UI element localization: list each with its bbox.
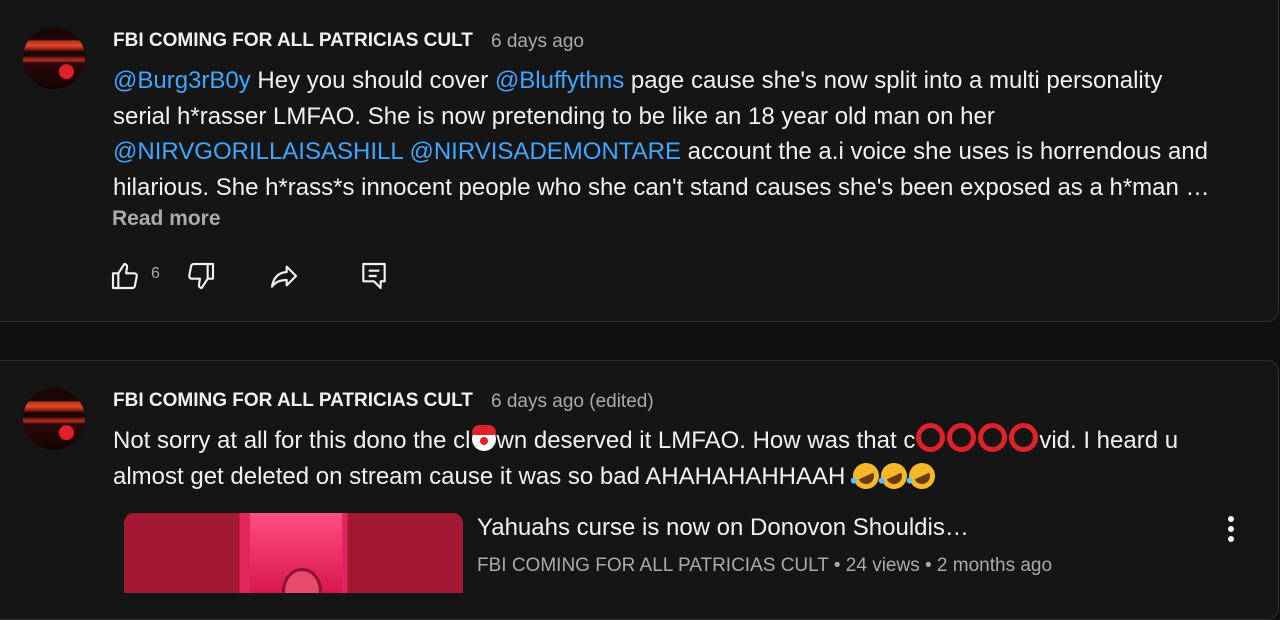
rolling-laughing-emoji (904, 458, 940, 493)
red-circle-emoji (1009, 423, 1039, 452)
text-segment: Not sorry at all for this dono the cl (113, 427, 471, 454)
comment-time[interactable]: 6 days ago (491, 31, 584, 53)
mention-link[interactable]: @NIRVISADEMONTARE (409, 138, 681, 165)
text-segment: Hey you should cover (250, 67, 495, 94)
comment-line: @NIRVGORILLAISASHILL @NIRVISADEMONTARE a… (113, 134, 1263, 170)
author-avatar[interactable] (23, 388, 85, 450)
comment-text: Not sorry at all for this dono the cl wn … (113, 423, 1263, 494)
text-segment: page cause she's now split into a multi … (624, 67, 1163, 94)
comment-line: hilarious. She h*rass*s innocent people … (113, 173, 1210, 201)
text-segment: almost get deleted on stream cause it wa… (113, 462, 846, 490)
comment-line: almost get deleted on stream cause it wa… (113, 458, 1263, 495)
red-circle-emoji (947, 423, 977, 452)
clown-face-emoji (471, 425, 496, 451)
thumbs-down-icon (188, 262, 215, 290)
video-channel[interactable]: FBI COMING FOR ALL PATRICIAS CULT (477, 555, 829, 576)
dot (1228, 526, 1234, 532)
comment-author[interactable]: FBI COMING FOR ALL PATRICIAS CULT (113, 390, 473, 412)
dot (1228, 516, 1234, 522)
mention-link[interactable]: @NIRVGORILLAISASHILL (113, 138, 403, 165)
red-circle-emoji (978, 423, 1008, 452)
rolling-laughing-emoji (876, 458, 912, 493)
like-count: 6 (151, 265, 160, 282)
comment-line: @Burg3rB0y Hey you should cover @Bluffyt… (113, 63, 1263, 99)
video-views: 24 views (845, 555, 920, 576)
like-button[interactable] (109, 260, 141, 292)
video-age: 2 months ago (936, 555, 1053, 576)
video-meta: FBI COMING FOR ALL PATRICIAS CULT • 24 v… (477, 555, 1053, 576)
dislike-button[interactable] (185, 260, 217, 292)
vertical-dots-icon[interactable] (1219, 512, 1243, 546)
comment-author[interactable]: FBI COMING FOR ALL PATRICIAS CULT (113, 30, 473, 52)
share-button[interactable] (268, 260, 300, 292)
thumbs-up-icon (111, 262, 138, 290)
text-segment: vid. I heard u (1039, 427, 1179, 454)
comment-line: serial h*rasser LMFAO. She is now preten… (113, 102, 995, 130)
comment-line: Not sorry at all for this dono the cl wn … (113, 423, 1263, 459)
video-title[interactable]: Yahuahs curse is now on Donovon Shouldis… (477, 514, 969, 542)
comment-time[interactable]: 6 days ago (edited) (491, 391, 654, 413)
comment-text: @Burg3rB0y Hey you should cover @Bluffyt… (113, 63, 1263, 205)
read-more-button[interactable]: Read more (112, 207, 221, 231)
reply-icon (362, 262, 386, 290)
mention-link[interactable]: @Burg3rB0y (113, 67, 251, 94)
text-segment: wn deserved it LMFAO. How was that c (496, 427, 916, 454)
video-thumbnail[interactable] (124, 513, 463, 593)
mention-link[interactable]: @Bluffythns (495, 67, 624, 94)
red-circle-emoji (916, 423, 946, 452)
rolling-laughing-emoji (848, 458, 884, 493)
author-avatar[interactable] (23, 27, 85, 89)
dot (1228, 536, 1234, 542)
reply-button[interactable] (358, 260, 390, 292)
share-icon (270, 265, 298, 288)
text-segment: account the a.i voice she uses is horren… (681, 138, 1208, 165)
